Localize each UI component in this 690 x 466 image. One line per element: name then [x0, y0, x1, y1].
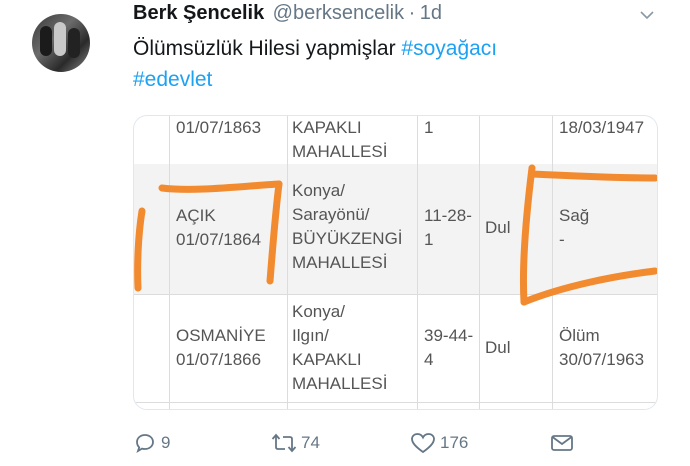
- like-button[interactable]: 176: [410, 428, 468, 458]
- table-row: OSMANİYE 01/07/1866 Konya/Ilgın/KAPAKLI MA…: [134, 294, 657, 403]
- author-handle[interactable]: @berksencelik: [273, 2, 404, 24]
- tweet-image[interactable]: 01/07/1863 KAPAKLI MAHALLESİ 1 18/03/1947…: [133, 115, 658, 410]
- author-name[interactable]: Berk Şencelik: [133, 2, 264, 24]
- tweet-actions: 9 74 176: [133, 428, 653, 458]
- tweet-text: Ölümsüzlük Hilesi yapmişlar #soyağacı #e…: [133, 33, 653, 95]
- table-cell: 18/03/1947: [552, 116, 657, 164]
- direct-message-icon: [551, 435, 573, 451]
- table-cell: [479, 116, 550, 164]
- tweet-body: Ölümsüzlük Hilesi yapmişlar: [133, 37, 396, 60]
- like-icon: [411, 433, 435, 454]
- reply-button[interactable]: 9: [133, 428, 170, 458]
- reply-icon: [136, 434, 154, 454]
- chevron-down-icon[interactable]: [640, 8, 654, 22]
- avatar[interactable]: [32, 14, 90, 72]
- direct-message-button[interactable]: [549, 428, 579, 458]
- table-cell: Konya/Sarayönü/BÜYÜKZENGİ MAHALLESİ: [287, 164, 422, 294]
- table-cell: 39-44- 4: [417, 294, 484, 402]
- table-cell: Dul: [479, 294, 555, 402]
- table-cell: 01/07/1863: [169, 116, 294, 164]
- table-cell: Konya/Ilgın/KAPAKLI MAHALLESİ: [287, 294, 422, 402]
- table-cell: 1: [417, 116, 484, 164]
- like-count: 176: [440, 433, 469, 452]
- table-cell: AÇIK 01/07/1864: [169, 164, 294, 294]
- table-row: 01/07/1863 KAPAKLI MAHALLESİ 1 18/03/1947: [134, 116, 657, 165]
- retweet-icon: [271, 433, 297, 453]
- separator: ·: [408, 2, 416, 24]
- reply-count: 9: [161, 433, 171, 452]
- retweet-count: 74: [301, 433, 320, 452]
- table-row: [134, 402, 657, 409]
- table-cell: OSMANİYE 01/07/1866: [169, 294, 294, 402]
- tweet-header: Berk Şencelik @berksencelik · 1d: [133, 2, 613, 30]
- table-cell: Ölüm 30/07/1963: [552, 294, 657, 402]
- tweet-time[interactable]: 1d: [420, 2, 442, 24]
- retweet-button[interactable]: 74: [271, 428, 320, 458]
- table-row: AÇIK 01/07/1864 Konya/Sarayönü/BÜYÜKZENGİ…: [134, 164, 657, 295]
- table-cell: 11-28- 1: [417, 164, 484, 294]
- table-cell: Dul: [479, 164, 555, 294]
- hashtag-link[interactable]: #soyağacı: [401, 37, 497, 60]
- table-cell: Sağ -: [552, 164, 657, 294]
- table-cell: KAPAKLI MAHALLESİ: [287, 116, 422, 164]
- hashtag-link[interactable]: #edevlet: [133, 68, 212, 91]
